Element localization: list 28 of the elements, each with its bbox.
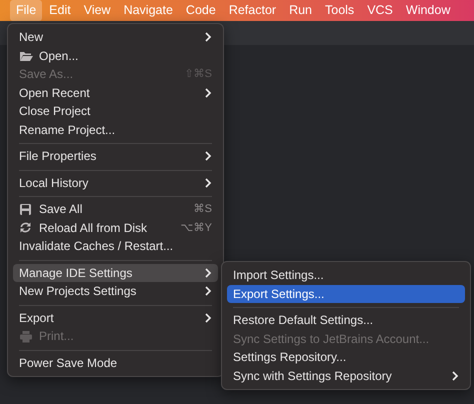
menu-item[interactable]: Power Save Mode xyxy=(13,354,218,372)
shortcut-label: ⌥⌘Y xyxy=(180,220,212,236)
menu-item[interactable]: Manage IDE Settings xyxy=(13,264,218,282)
menu-bar-item[interactable]: Window xyxy=(400,0,456,21)
shortcut-label: ⌘S xyxy=(194,202,212,217)
menu-bar-item[interactable]: Run xyxy=(283,0,318,21)
menu-item[interactable]: New Projects Settings xyxy=(13,282,218,300)
menu-item[interactable]: Close Project xyxy=(13,102,218,120)
menu-item[interactable]: Open Recent xyxy=(13,84,218,102)
folder-icon xyxy=(19,49,33,62)
menu-item[interactable]: Save All ⌘S xyxy=(13,200,218,218)
menu-item[interactable]: Restore Default Settings... xyxy=(227,311,465,330)
menu-item[interactable]: Reload All from Disk ⌥⌘Y xyxy=(13,218,218,237)
menu-item[interactable]: File Properties xyxy=(13,147,218,166)
menu-item[interactable]: Export Settings... xyxy=(227,284,465,303)
menu-bar-item[interactable]: VCS xyxy=(361,0,399,21)
menu-item[interactable]: Export xyxy=(13,308,218,327)
reload-icon xyxy=(19,221,33,234)
menu-item[interactable]: Invalidate Caches / Restart... xyxy=(13,237,218,256)
printer-icon xyxy=(19,330,33,343)
menu-item[interactable]: Rename Project... xyxy=(13,120,218,139)
menu-item[interactable]: Local History xyxy=(13,174,218,192)
menu-item[interactable]: Open... xyxy=(13,46,218,65)
menu-item[interactable]: Sync with Settings Repository xyxy=(227,366,465,385)
menu-item[interactable]: New xyxy=(13,28,218,46)
menu-item[interactable]: Import Settings... xyxy=(227,266,465,284)
menu-item[interactable]: Settings Repository... xyxy=(227,348,465,366)
menu-bar-item[interactable]: Tools xyxy=(319,0,360,21)
